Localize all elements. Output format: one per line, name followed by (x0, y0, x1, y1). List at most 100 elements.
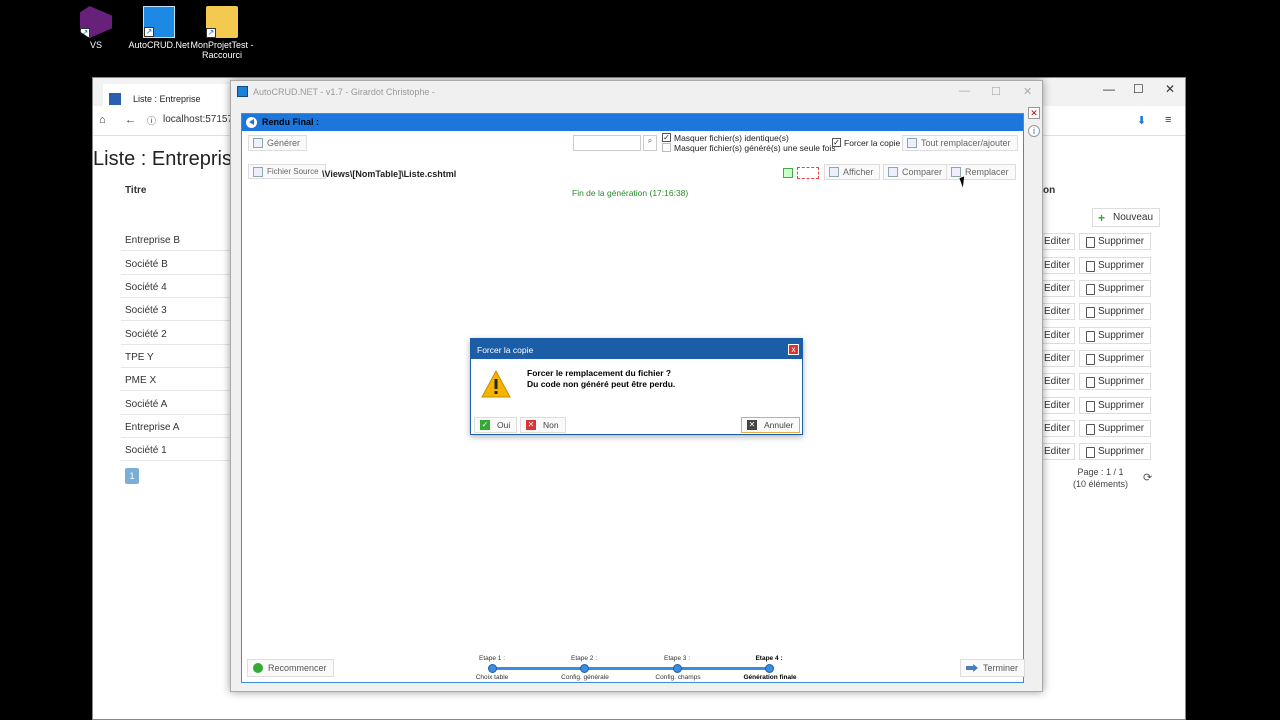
edit-button[interactable]: Editer (1039, 443, 1076, 460)
dialog-title: Forcer la copie (477, 345, 534, 355)
desktop-icon-monprojet[interactable]: ↗ MonProjetTest - Raccourci (190, 6, 254, 60)
edit-button[interactable]: Editer (1039, 257, 1076, 274)
folder-icon: ↗ (206, 6, 238, 38)
comparer-button[interactable]: Comparer (883, 164, 950, 180)
table-row-title: TPE Y (125, 352, 154, 363)
delete-button[interactable]: Supprimer (1079, 373, 1152, 390)
delete-button[interactable]: Supprimer (1079, 280, 1152, 297)
checkbox-forcer-copie[interactable]: ✓ Forcer la copie (832, 138, 900, 148)
refresh-icon[interactable]: ⟳ (1143, 471, 1152, 484)
recommencer-button[interactable]: Recommencer (247, 659, 334, 677)
terminer-button[interactable]: Terminer (960, 659, 1026, 677)
filter-input[interactable] (573, 135, 641, 151)
checkbox-masquer-identiques[interactable]: ✓ Masquer fichier(s) identique(s) (662, 133, 789, 143)
maximize-icon[interactable]: ☐ (1133, 82, 1144, 96)
edit-button[interactable]: Editer (1039, 233, 1076, 250)
delete-button[interactable]: Supprimer (1079, 327, 1152, 344)
search-icon[interactable]: ⌕ (643, 135, 657, 151)
annuler-button[interactable]: ✕ Annuler (741, 417, 801, 433)
afficher-button[interactable]: Afficher (824, 164, 881, 180)
close-icon[interactable]: ✕ (1023, 85, 1032, 98)
delete-button[interactable]: Supprimer (1079, 420, 1152, 437)
checkbox-masquer-une-fois[interactable]: Masquer fichier(s) généré(s) une seule f… (662, 143, 836, 153)
delete-button[interactable]: Supprimer (1079, 233, 1152, 250)
app-titlebar: AutoCRUD.NET - v1.7 - Girardot Christoph… (231, 81, 1042, 103)
row-divider (121, 250, 233, 251)
tout-remplacer-button[interactable]: Tout remplacer/ajouter (902, 135, 1018, 151)
row-divider (121, 274, 233, 275)
info-icon[interactable]: ⓘ (147, 114, 156, 127)
edit-button[interactable]: Editer (1039, 397, 1076, 414)
table-row-title: Société 2 (125, 329, 167, 340)
row-divider (121, 414, 233, 415)
back-arrow-icon[interactable] (246, 117, 257, 128)
step-3-dot[interactable] (673, 664, 682, 673)
close-icon[interactable]: ✕ (1165, 82, 1175, 96)
table-row-title: Entreprise B (125, 235, 181, 246)
delete-button[interactable]: Supprimer (1079, 257, 1152, 274)
table-row-title: PME X (125, 375, 157, 386)
new-button[interactable]: + Nouveau (1092, 208, 1161, 227)
edit-button[interactable]: Editer (1039, 373, 1076, 390)
non-button[interactable]: ✕ Non (520, 417, 566, 433)
step-2-dot[interactable] (580, 664, 589, 673)
delete-button[interactable]: Supprimer (1079, 397, 1152, 414)
back-icon[interactable]: ← (125, 114, 136, 126)
close-icon[interactable]: x (788, 344, 799, 355)
step-4-dot[interactable] (765, 664, 774, 673)
steps-progress-line (492, 667, 772, 670)
minimize-icon[interactable]: — (1103, 82, 1115, 96)
compare-icon (888, 167, 898, 177)
cancel-icon: ✕ (747, 420, 757, 430)
generation-status: Fin de la génération (17:16:38) (572, 188, 689, 198)
generate-icon (253, 138, 263, 148)
row-divider (121, 367, 233, 368)
close-panel-icon[interactable]: ✕ (1028, 107, 1040, 119)
row-divider (121, 390, 233, 391)
info-icon[interactable]: i (1028, 125, 1040, 137)
dialog-header: Forcer la copie x (471, 339, 802, 359)
remplacer-button[interactable]: Remplacer (946, 164, 1016, 180)
desktop-icon-vs[interactable]: ↗ VS (64, 6, 128, 50)
row-divider (121, 320, 233, 321)
desktop-icon-autocrud[interactable]: ↗ AutoCRUD.Net (127, 6, 191, 50)
plus-icon: + (1098, 211, 1106, 225)
checkbox-checked-icon: ✓ (662, 133, 671, 142)
source-path: \Views\[NomTable]\Liste.cshtml (322, 169, 457, 179)
generer-button[interactable]: Générer (248, 135, 308, 151)
menu-icon[interactable]: ≡ (1165, 114, 1171, 126)
maximize-icon[interactable]: ☐ (991, 85, 1001, 98)
edit-button[interactable]: Editer (1039, 303, 1076, 320)
oui-button[interactable]: ✓ Oui (474, 417, 518, 433)
minimize-icon[interactable]: — (959, 85, 970, 97)
visual-studio-icon: ↗ (80, 6, 112, 38)
edit-button[interactable]: Editer (1039, 280, 1076, 297)
check-icon: ✓ (480, 420, 490, 430)
table-row-title: Entreprise A (125, 422, 180, 433)
home-icon[interactable]: ⌂ (99, 114, 106, 126)
site-favicon-icon (109, 93, 121, 105)
step-1-desc: Choix table (475, 674, 509, 681)
warning-icon (481, 369, 511, 398)
checkbox-unchecked-icon (662, 143, 671, 152)
edit-button[interactable]: Editer (1039, 420, 1076, 437)
fichier-source-button[interactable]: Fichier Source (248, 164, 326, 179)
delete-button[interactable]: Supprimer (1079, 350, 1152, 367)
edit-button[interactable]: Editer (1039, 327, 1076, 344)
delete-button[interactable]: Supprimer (1079, 443, 1152, 460)
autocrud-icon: ↗ (143, 6, 175, 38)
step-2-label: Etape 2 : (570, 655, 598, 662)
step-1-dot[interactable] (488, 664, 497, 673)
desktop-icon-label: AutoCRUD.Net (128, 40, 190, 50)
step-1-label: Etape 1 : (478, 655, 506, 662)
pager-page-1[interactable]: 1 (125, 468, 139, 484)
force-copy-dialog: Forcer la copie x Forcer le remplacement… (470, 338, 803, 435)
address-bar[interactable]: localhost:57157 (163, 114, 233, 125)
column-header-action: on (1043, 185, 1056, 196)
edit-button[interactable]: Editer (1039, 350, 1076, 367)
checkbox-checked-icon: ✓ (832, 138, 841, 147)
browser-tab[interactable]: Liste : Entreprise (103, 84, 231, 106)
tab-title: Liste : Entreprise (133, 94, 201, 104)
download-icon[interactable]: ⬇ (1137, 114, 1146, 127)
delete-button[interactable]: Supprimer (1079, 303, 1152, 320)
